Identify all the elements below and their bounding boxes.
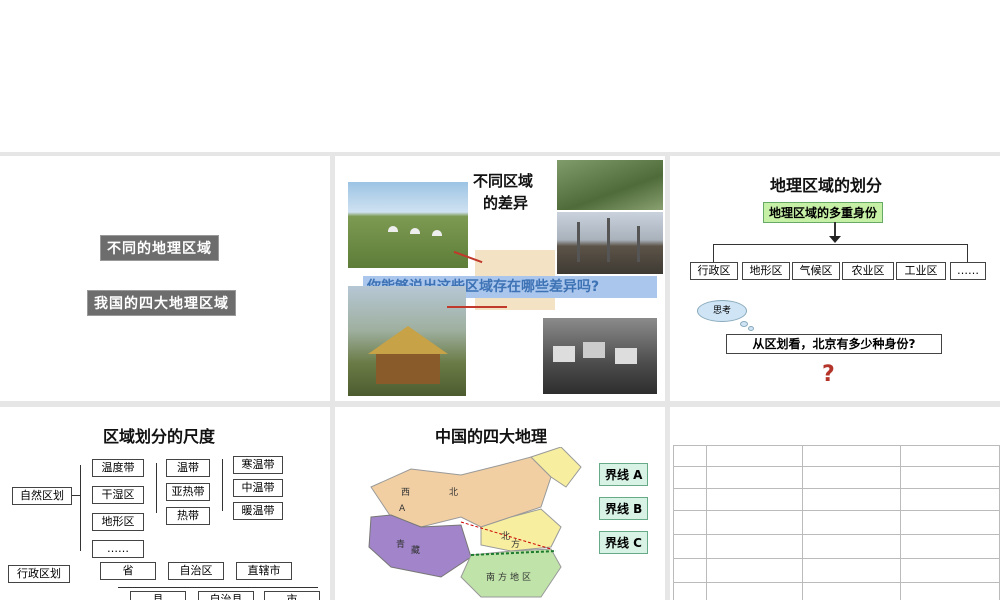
bracket-line — [72, 495, 80, 496]
tropical-zone: 热带 — [166, 507, 210, 525]
item-industrial-region: 工业区 — [896, 262, 946, 280]
grid-line — [674, 582, 999, 583]
grid-line — [802, 446, 803, 600]
different-regions-button[interactable]: 不同的地理区域 — [100, 235, 219, 261]
mid-temperate-zone: 中温带 — [233, 479, 283, 497]
item-more: …… — [950, 262, 986, 280]
map-label: 北 — [449, 487, 458, 498]
slide5-title: 中国的四大地理 — [435, 427, 548, 446]
subtropical-zone: 亚热带 — [166, 483, 210, 501]
grid-line — [674, 558, 999, 559]
item-admin-region: 行政区 — [690, 262, 738, 280]
four-regions-button[interactable]: 我国的四大地理区域 — [87, 290, 236, 316]
grid-line — [674, 534, 999, 535]
boundary-c-label[interactable]: 界线 C — [599, 531, 648, 554]
map-label: 方 — [498, 571, 507, 583]
natural-division: 自然区划 — [12, 487, 72, 505]
map-label: 区 — [522, 572, 531, 583]
arrow-head-icon — [829, 236, 841, 243]
question-mark-icon: ? — [822, 362, 835, 387]
map-label: 地 — [510, 571, 519, 583]
map-label: 南 — [486, 571, 495, 583]
county-box: 县 — [130, 591, 186, 600]
slide4-title: 区域划分的尺度 — [103, 427, 216, 446]
slide-thumbnail-4[interactable]: 区域划分的尺度 自然区划 温度带 干湿区 地形区 …… 温带 亚热带 热带 寒温… — [0, 407, 330, 600]
map-label: 藏 — [411, 544, 420, 556]
map-label: 方 — [511, 538, 520, 550]
slide-thumbnail-2[interactable]: 不同区域 的差异 你能够说出这些区域存在哪些差异吗? — [335, 156, 665, 401]
thought-bubble: 思考 — [697, 300, 747, 322]
office-photo — [543, 318, 657, 394]
tree-line — [967, 244, 968, 262]
bubble-dot — [748, 326, 754, 331]
farmland-photo — [557, 160, 663, 210]
moisture-zone: 干湿区 — [92, 486, 144, 504]
top-blank-area — [0, 0, 1000, 152]
cold-temperate-zone: 寒温带 — [233, 456, 283, 474]
bracket-line — [222, 459, 223, 511]
bubble-dot — [740, 321, 748, 327]
tree-line — [713, 244, 967, 245]
grassland-photo — [348, 182, 468, 268]
grid-line — [706, 446, 707, 600]
temperate-zone: 温带 — [166, 459, 210, 477]
autonomous-region-box: 自治区 — [168, 562, 224, 580]
grid-line — [900, 446, 901, 600]
slide3-title: 地理区域的划分 — [770, 176, 883, 195]
autonomous-county-box: 自治县 — [198, 591, 254, 600]
landform-zone: 地形区 — [92, 513, 144, 531]
municipality-box: 直辖市 — [236, 562, 292, 580]
china-regions-map: 西 北 A 青 藏 北 方 南 方 地 区 — [368, 447, 582, 598]
bracket-line — [80, 465, 81, 551]
boundary-a-label[interactable]: 界线 A — [599, 463, 649, 486]
slide-thumbnail-1[interactable]: 不同的地理区域 我国的四大地理区域 — [0, 156, 330, 401]
slide-thumbnail-3[interactable]: 地理区域的划分 地理区域的多重身份 行政区 地形区 气候区 农业区 工业区 ……… — [670, 156, 1000, 401]
item-landform-region: 地形区 — [742, 262, 790, 280]
wooden-house-photo — [348, 286, 466, 396]
slide2-title-line2: 的差异 — [483, 194, 529, 212]
slide-thumbnail-6[interactable] — [670, 407, 1000, 600]
tree-line — [118, 587, 318, 588]
admin-division: 行政区划 — [8, 565, 70, 583]
grid-line — [674, 466, 999, 467]
map-label: 北 — [501, 531, 510, 542]
beijing-question: 从区划看，北京有多少种身份? — [726, 334, 942, 354]
boundary-b-label[interactable]: 界线 B — [599, 497, 649, 520]
warm-temperate-zone: 暖温带 — [233, 502, 283, 520]
item-agri-region: 农业区 — [842, 262, 894, 280]
grid-line — [674, 488, 999, 489]
slide-thumbnail-5[interactable]: 中国的四大地理 西 北 A 青 藏 北 方 南 方 地 区 界线 A 界线 B … — [335, 407, 665, 600]
slide2-title-line1: 不同区域 — [473, 172, 534, 190]
grid-line — [674, 510, 999, 511]
province-box: 省 — [100, 562, 156, 580]
item-climate-region: 气候区 — [792, 262, 840, 280]
slide3-header: 地理区域的多重身份 — [763, 202, 884, 223]
map-label: 青 — [396, 538, 405, 550]
map-label: A — [399, 504, 406, 514]
city-box: 市 — [264, 591, 320, 600]
tree-line — [713, 244, 714, 262]
more-zone: …… — [92, 540, 144, 558]
bracket-line — [156, 463, 157, 513]
grid-table — [673, 445, 1000, 600]
factory-photo — [557, 212, 663, 274]
arrow-line — [447, 306, 507, 308]
map-label: 西 — [401, 487, 410, 498]
temperature-zone: 温度带 — [92, 459, 144, 477]
